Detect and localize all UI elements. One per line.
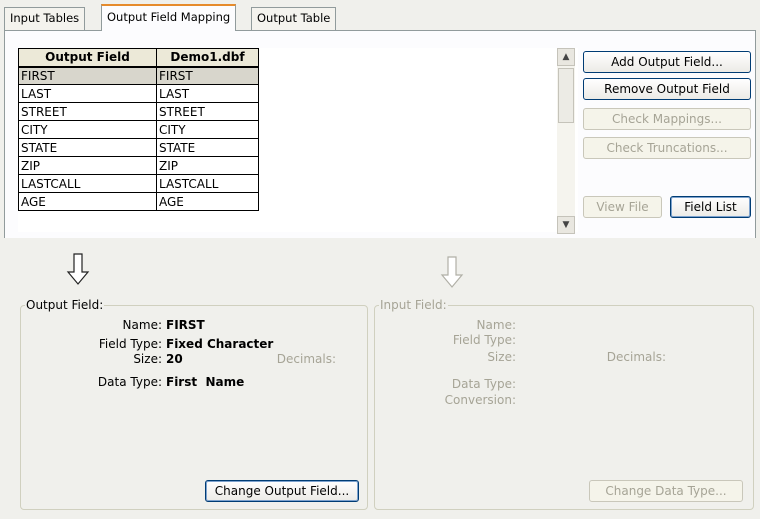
input-conversion-label: Conversion: <box>444 393 516 407</box>
output-decimals-label: Decimals: <box>276 352 336 366</box>
column-header-demo1-dbf[interactable]: Demo1.dbf <box>156 48 259 68</box>
add-output-field-button[interactable]: Add Output Field... <box>583 51 751 73</box>
input-field-cell[interactable]: FIRST <box>156 66 259 85</box>
table-row[interactable]: CITY CITY <box>18 120 259 139</box>
output-field-cell[interactable]: LAST <box>18 84 157 103</box>
tab-output-table[interactable]: Output Table <box>251 7 337 30</box>
mapping-table: Output Field Demo1.dbf FIRST FIRST LAST … <box>18 48 259 211</box>
input-field-cell[interactable]: LASTCALL <box>156 174 259 193</box>
input-data-type-label: Data Type: <box>451 377 516 391</box>
check-truncations-button[interactable]: Check Truncations... <box>583 137 751 159</box>
output-field-cell[interactable]: FIRST <box>18 66 157 85</box>
grid-scrollbar[interactable]: ▲ ▼ <box>557 48 575 234</box>
tab-bar: Input Tables Output Field Mapping Output… <box>0 0 760 31</box>
input-field-cell[interactable]: CITY <box>156 120 259 139</box>
down-arrow-icon <box>440 256 464 288</box>
output-field-cell[interactable]: CITY <box>18 120 157 139</box>
output-field-type-label: Field Type: <box>98 337 162 351</box>
output-field-cell[interactable]: LASTCALL <box>18 174 157 193</box>
input-field-cell[interactable]: AGE <box>156 192 259 211</box>
input-field-cell[interactable]: ZIP <box>156 156 259 175</box>
table-row[interactable]: LASTCALL LASTCALL <box>18 174 259 193</box>
tab-output-field-mapping[interactable]: Output Field Mapping <box>101 4 237 31</box>
output-data-type-label: Data Type: <box>97 375 162 389</box>
output-field-legend: Output Field: <box>26 298 104 312</box>
down-arrow-icon <box>66 253 90 285</box>
check-mappings-button[interactable]: Check Mappings... <box>583 108 751 130</box>
mapping-grid[interactable]: Output Field Demo1.dbf FIRST FIRST LAST … <box>18 48 578 232</box>
column-header-output-field[interactable]: Output Field <box>18 48 157 68</box>
table-row[interactable]: ZIP ZIP <box>18 156 259 175</box>
scroll-down-icon[interactable]: ▼ <box>557 216 575 234</box>
output-field-cell[interactable]: ZIP <box>18 156 157 175</box>
scroll-thumb[interactable] <box>558 68 574 123</box>
change-output-field-button[interactable]: Change Output Field... <box>205 480 359 502</box>
table-row[interactable]: LAST LAST <box>18 84 259 103</box>
output-data-type-value: First Name <box>166 375 245 389</box>
input-decimals-label: Decimals: <box>606 350 666 364</box>
output-size-value: 20 <box>166 352 183 366</box>
input-field-cell[interactable]: LAST <box>156 84 259 103</box>
input-size-label: Size: <box>487 350 516 364</box>
output-name-label: Name: <box>122 318 162 332</box>
input-field-type-label: Field Type: <box>452 333 516 347</box>
output-field-cell[interactable]: STREET <box>18 102 157 121</box>
output-name-value: FIRST <box>166 318 205 332</box>
table-row[interactable]: STREET STREET <box>18 102 259 121</box>
output-field-type-value: Fixed Character <box>166 337 274 351</box>
input-field-group: Input Field: <box>374 298 754 510</box>
table-row[interactable]: STATE STATE <box>18 138 259 157</box>
field-list-button[interactable]: Field List <box>670 196 751 218</box>
output-size-label: Size: <box>133 352 162 366</box>
input-field-cell[interactable]: STATE <box>156 138 259 157</box>
output-field-cell[interactable]: AGE <box>18 192 157 211</box>
table-row[interactable]: AGE AGE <box>18 192 259 211</box>
output-field-cell[interactable]: STATE <box>18 138 157 157</box>
scroll-up-icon[interactable]: ▲ <box>557 48 575 66</box>
table-row[interactable]: FIRST FIRST <box>18 66 259 85</box>
input-field-cell[interactable]: STREET <box>156 102 259 121</box>
view-file-button[interactable]: View File <box>583 196 662 218</box>
tab-input-tables[interactable]: Input Tables <box>4 7 86 30</box>
change-data-type-button[interactable]: Change Data Type... <box>589 480 743 502</box>
input-name-label: Name: <box>476 318 516 332</box>
remove-output-field-button[interactable]: Remove Output Field <box>583 78 751 100</box>
input-field-legend: Input Field: <box>380 298 447 312</box>
